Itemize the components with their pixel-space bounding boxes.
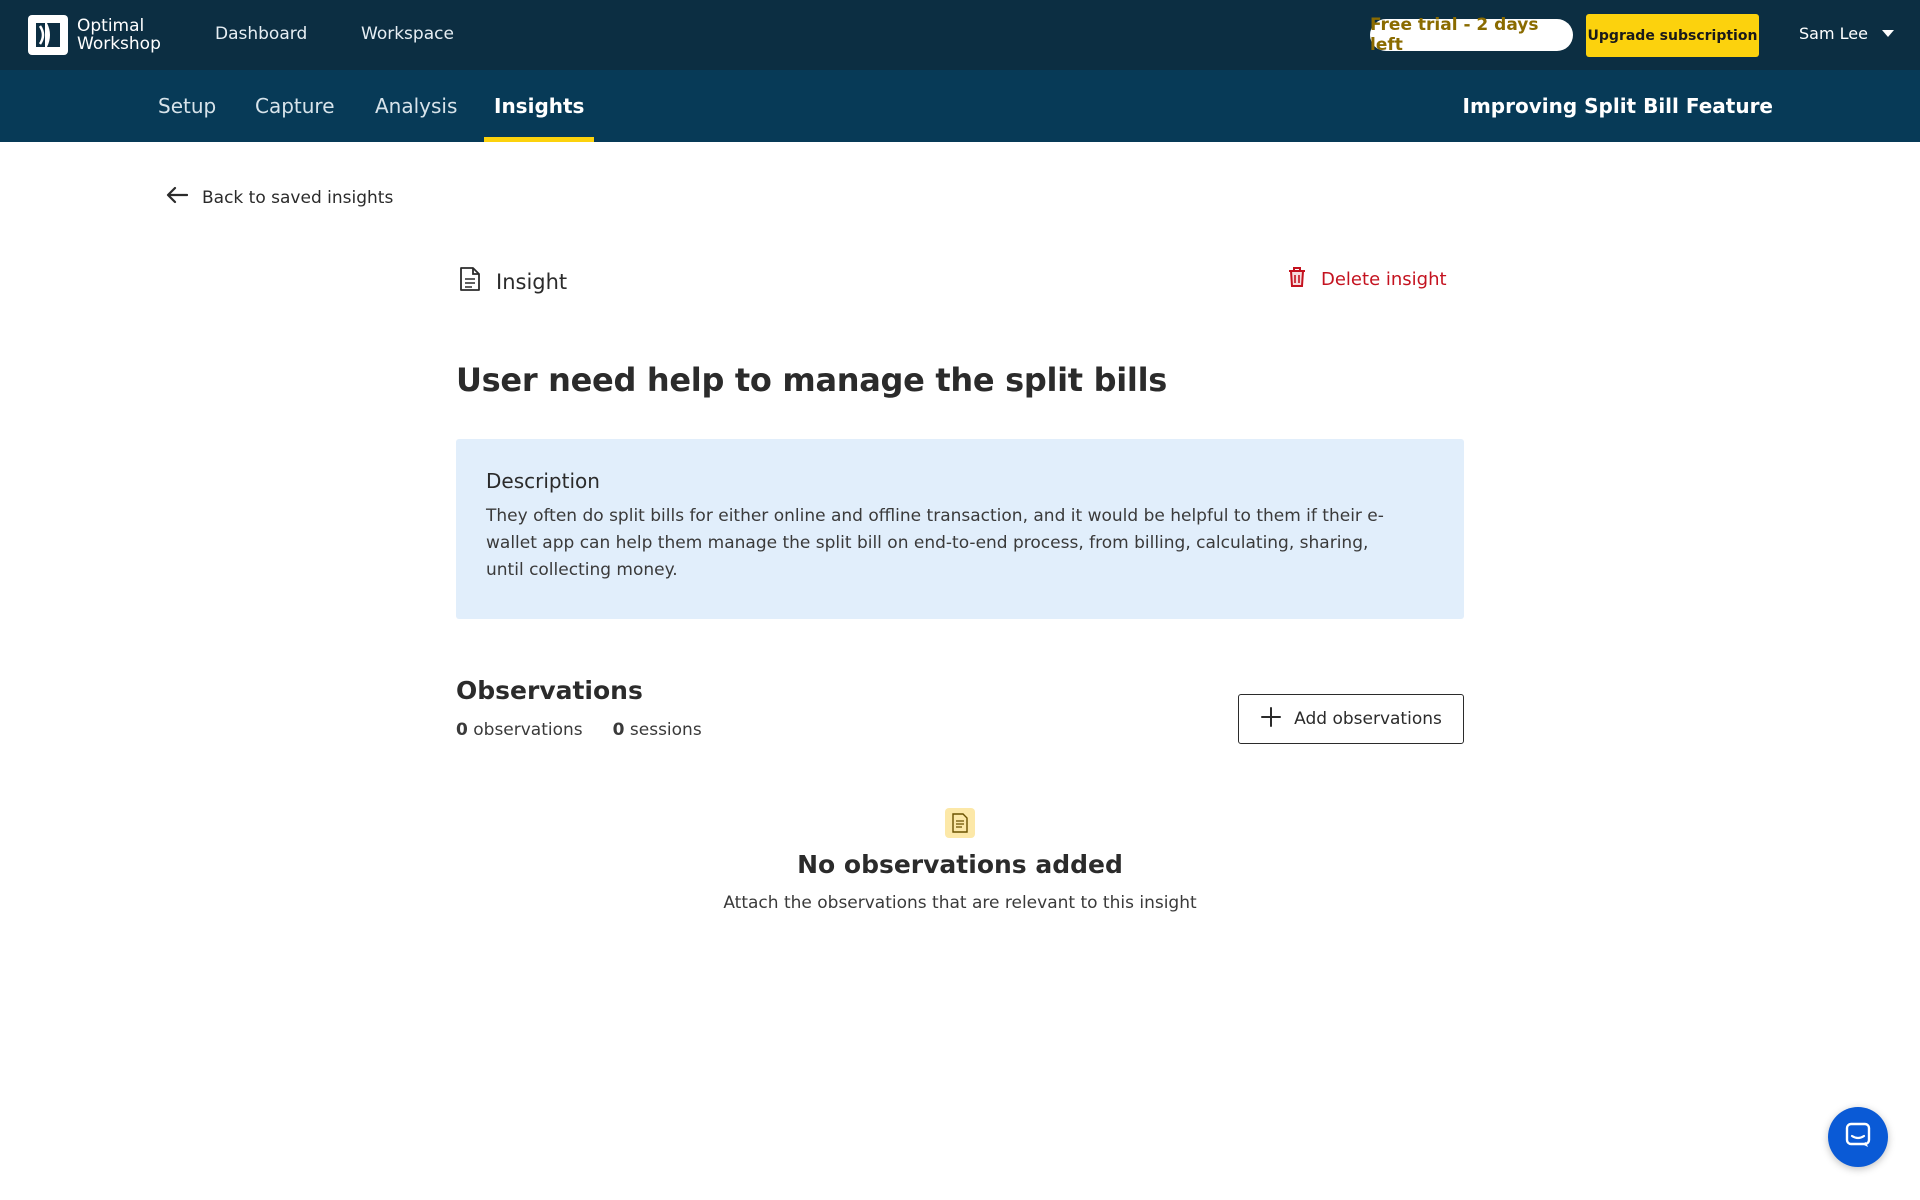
session-count: 0 sessions — [613, 720, 702, 740]
session-count-label: sessions — [629, 720, 702, 740]
arrow-left-icon — [166, 186, 189, 209]
add-observations-button[interactable]: Add observations — [1238, 694, 1464, 744]
document-icon — [945, 808, 975, 838]
observations-heading: Observations — [456, 676, 643, 705]
logo[interactable]: Optimal Workshop — [28, 15, 161, 55]
nav-workspace[interactable]: Workspace — [361, 24, 454, 44]
trash-icon — [1287, 266, 1307, 293]
back-link-label: Back to saved insights — [202, 187, 394, 208]
user-menu[interactable]: Sam Lee — [1799, 24, 1894, 43]
back-to-saved-insights-link[interactable]: Back to saved insights — [166, 186, 393, 209]
description-text: They often do split bills for either onl… — [486, 506, 1384, 580]
project-tabs: Setup Capture Analysis Insights Improvin… — [0, 70, 1920, 142]
top-bar: Optimal Workshop Dashboard Workspace Fre… — [0, 0, 1920, 70]
tab-insights[interactable]: Insights — [484, 70, 595, 142]
chat-button[interactable] — [1828, 1107, 1888, 1167]
description-box[interactable]: Description They often do split bills fo… — [456, 439, 1464, 619]
observation-counts: 0 observations 0 sessions — [456, 720, 702, 740]
logo-line-2: Workshop — [77, 34, 161, 54]
delete-insight-button[interactable]: Delete insight — [1287, 266, 1447, 293]
tab-analysis[interactable]: Analysis — [365, 70, 467, 142]
nav-dashboard[interactable]: Dashboard — [215, 24, 307, 44]
logo-icon — [28, 15, 68, 55]
logo-line-1: Optimal — [77, 16, 145, 36]
plus-icon — [1260, 706, 1282, 733]
add-observations-label: Add observations — [1294, 709, 1442, 729]
caret-down-icon — [1881, 30, 1894, 37]
user-name: Sam Lee — [1799, 24, 1868, 43]
observation-count: 0 observations — [456, 720, 583, 740]
upgrade-subscription-button[interactable]: Upgrade subscription — [1586, 14, 1759, 57]
document-icon — [458, 266, 482, 297]
empty-state: No observations added Attach the observa… — [456, 808, 1464, 913]
tab-capture[interactable]: Capture — [245, 70, 345, 142]
insight-label-text: Insight — [496, 269, 568, 294]
delete-insight-label: Delete insight — [1321, 269, 1447, 290]
chat-icon — [1844, 1121, 1872, 1153]
observation-count-label: observations — [473, 720, 583, 740]
tab-setup[interactable]: Setup — [148, 70, 226, 142]
trial-badge[interactable]: Free trial - 2 days left — [1370, 15, 1573, 55]
observation-count-value: 0 — [456, 720, 468, 740]
project-title: Improving Split Bill Feature — [1462, 94, 1773, 118]
session-count-value: 0 — [612, 720, 625, 740]
empty-state-title: No observations added — [797, 850, 1123, 879]
empty-state-subtitle: Attach the observations that are relevan… — [723, 893, 1197, 913]
insight-section-label: Insight — [458, 266, 567, 297]
insight-title[interactable]: User need help to manage the split bills — [456, 361, 1167, 399]
description-heading: Description — [486, 469, 600, 493]
logo-text: Optimal Workshop — [77, 17, 161, 53]
